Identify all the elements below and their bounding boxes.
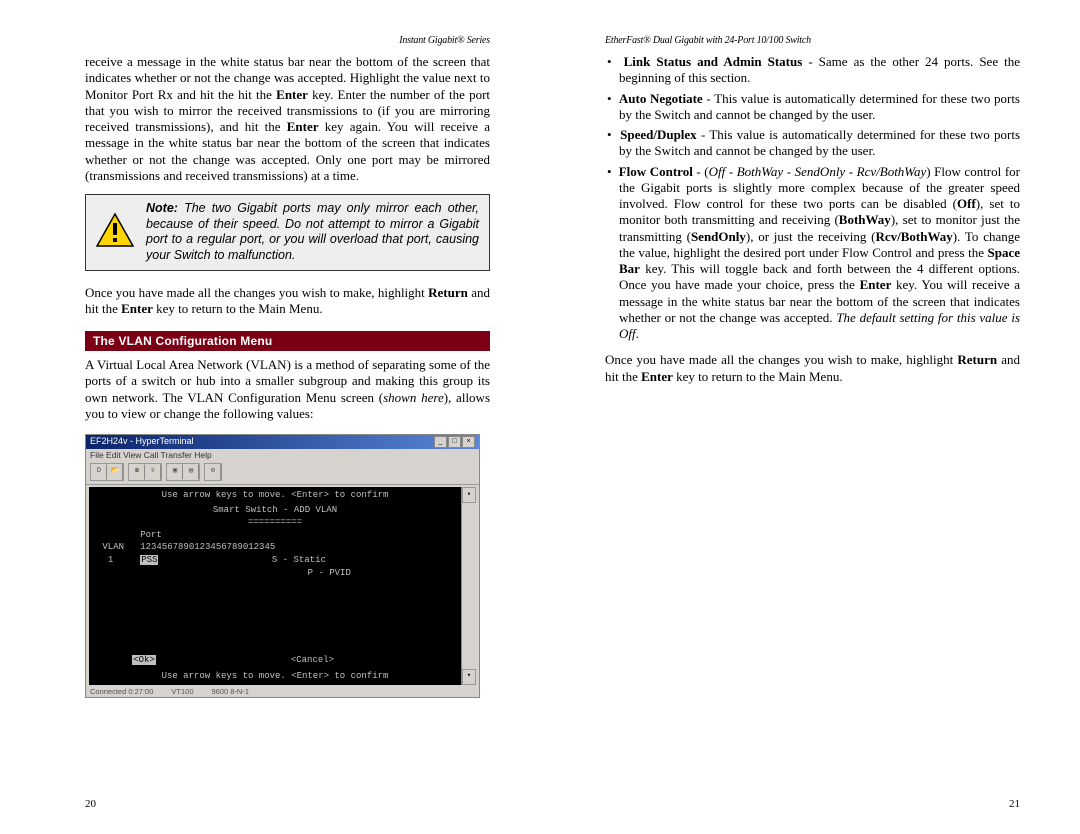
bullet-flow-control: Flow Control - (Off - BothWay - SendOnly… — [605, 164, 1020, 343]
terminal-screen: Use arrow keys to move. <Enter> to confi… — [89, 487, 461, 685]
minimize-icon: _ — [434, 436, 447, 448]
toolbar-open-icon: 📂 — [107, 464, 123, 480]
terminal-row-1-value: PSS — [140, 555, 158, 565]
window-menubar: File Edit View Call Transfer Help — [86, 449, 479, 461]
paragraph-return-2: Once you have made all the changes you w… — [605, 352, 1020, 385]
vertical-scrollbar: ▴ ▾ — [461, 487, 476, 685]
window-statusbar: Connected 0:27:00 VT100 9600 8-N-1 — [86, 686, 479, 697]
scroll-down-icon: ▾ — [462, 669, 476, 685]
toolbar-call-icon: ☎ — [129, 464, 145, 480]
scroll-up-icon: ▴ — [462, 487, 476, 503]
terminal-row-vlan-ports: 1234567890123456789012345 — [140, 542, 275, 552]
terminal-legend-pvid: P - PVID — [308, 568, 351, 578]
terminal-hint-top: Use arrow keys to move. <Enter> to confi… — [89, 489, 461, 502]
page-number-left: 20 — [85, 798, 96, 810]
bullet-link-status: Link Status and Admin Status - Same as t… — [605, 54, 1020, 87]
status-baud: 9600 8-N-1 — [212, 687, 250, 696]
paragraph-return-1: Once you have made all the changes you w… — [85, 285, 490, 318]
paragraph-vlan-intro: A Virtual Local Area Network (VLAN) is a… — [85, 357, 490, 422]
toolbar-recv-icon: ▤ — [183, 464, 199, 480]
terminal-heading-underline: ========== — [97, 516, 453, 529]
note-callout: Note: The two Gigabit ports may only mir… — [85, 194, 490, 271]
page-number-right: 21 — [1009, 798, 1020, 810]
terminal-row-1-label: 1 — [108, 555, 113, 565]
page-spread: Instant Gigabit® Series receive a messag… — [0, 0, 1080, 834]
page-right: EtherFast® Dual Gigabit with 24-Port 10/… — [540, 0, 1080, 834]
toolbar-new-icon: D — [91, 464, 107, 480]
close-icon: × — [462, 436, 475, 448]
terminal-col-port: Port — [140, 530, 162, 540]
terminal-legend-static: S - Static — [272, 555, 326, 565]
running-header-left: Instant Gigabit® Series — [85, 35, 490, 46]
toolbar-send-icon: ▣ — [167, 464, 183, 480]
screenshot-hyperterminal: EF2H24v - HyperTerminal _ □ × File Edit … — [85, 434, 480, 698]
bullet-speed-duplex: Speed/Duplex - This value is automatical… — [605, 127, 1020, 160]
status-emulation: VT100 — [171, 687, 193, 696]
window-title: EF2H24v - HyperTerminal — [90, 436, 194, 448]
paragraph-monitor-continued: receive a message in the white status ba… — [85, 54, 490, 184]
terminal-heading: Smart Switch - ADD VLAN — [97, 504, 453, 517]
section-heading-vlan: The VLAN Configuration Menu — [85, 331, 490, 351]
terminal-row-vlan-label: VLAN — [102, 542, 124, 552]
window-titlebar: EF2H24v - HyperTerminal _ □ × — [86, 435, 479, 449]
page-left: Instant Gigabit® Series receive a messag… — [0, 0, 540, 834]
status-connected: Connected 0:27:00 — [90, 687, 153, 696]
note-text: Note: The two Gigabit ports may only mir… — [146, 201, 479, 264]
toolbar-hangup-icon: ✆ — [145, 464, 161, 480]
running-header-right: EtherFast® Dual Gigabit with 24-Port 10/… — [605, 35, 1020, 46]
warning-icon — [94, 212, 136, 252]
bullet-auto-negotiate: Auto Negotiate - This value is automatic… — [605, 91, 1020, 124]
terminal-ok-button: <Ok> — [132, 655, 156, 665]
bullet-list-gigabit-ports: Link Status and Admin Status - Same as t… — [605, 54, 1020, 342]
toolbar-props-icon: ⚙ — [205, 464, 221, 480]
window-toolbar: D📂 ☎✆ ▣▤ ⚙ — [86, 461, 479, 485]
maximize-icon: □ — [448, 436, 461, 448]
terminal-cancel-button: <Cancel> — [291, 655, 334, 665]
terminal-hint-bottom: Use arrow keys to move. <Enter> to confi… — [89, 670, 461, 683]
